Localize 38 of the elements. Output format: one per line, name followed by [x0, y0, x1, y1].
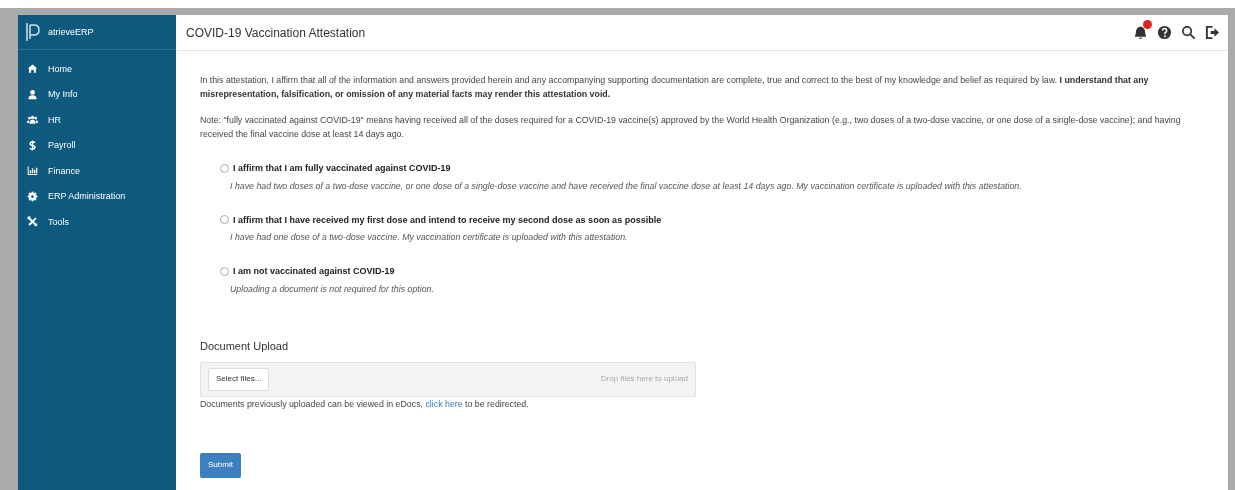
sidebar-item[interactable]: My Info: [18, 81, 176, 107]
sidebar-item[interactable]: HR: [18, 107, 176, 133]
tools-icon: [27, 216, 38, 228]
user-icon: [27, 88, 38, 100]
search-icon[interactable]: [1181, 25, 1196, 40]
option-label[interactable]: I am not vaccinated against COVID-19: [233, 264, 395, 279]
radio-button[interactable]: [220, 163, 229, 173]
select-files-button[interactable]: Select files...: [208, 368, 270, 392]
sidebar-item[interactable]: Finance: [18, 158, 176, 184]
bell-icon[interactable]: [1133, 24, 1148, 41]
option-description: Uploading a document is not required for this option.: [229, 282, 435, 296]
submit-button[interactable]: Submit: [200, 453, 241, 479]
option-description: I have had two doses of a two-dose vaccine, or one dose of a single-dose vaccine and have received the final vaccine dose at least 14 days ago. My vaccination certificate is uploaded with this attestation.: [229, 179, 1023, 193]
gear-icon: [27, 190, 38, 202]
home-icon: [27, 63, 38, 75]
sidebar-item[interactable]: Home: [18, 56, 176, 82]
chart-icon: [27, 165, 38, 177]
logo-icon: [26, 22, 40, 42]
option-label[interactable]: I affirm that I am fully vaccinated against COVID-19: [233, 161, 451, 176]
radio-button[interactable]: [220, 266, 229, 276]
radio-button[interactable]: [220, 215, 229, 225]
help-icon[interactable]: [1157, 25, 1172, 40]
sidebar-item[interactable]: Tools: [18, 209, 176, 235]
sidebar-item[interactable]: Payroll: [18, 132, 176, 158]
brand-name: atrieveERP: [48, 27, 94, 37]
logout-icon[interactable]: [1205, 25, 1220, 40]
option-description: I have had one dose of a two-dose vaccine. My vaccination certificate is uploaded with this attestation.: [229, 231, 629, 245]
page-title: COVID-19 Vaccination Attestation: [186, 25, 366, 40]
note-paragraph: Note: "fully vaccinated against COVID-19" means having received all of the doses required for a COVID-19 vaccine(s) approved by the World Health Organization (e.g., two doses of a two-dose vaccine, or one dose of a single-dose vaccine); and having received the final vaccine dose at least 14 days ago.: [200, 114, 1182, 142]
info-text: Documents previously uploaded can be viewed in eDocs, click here to be redirected.: [200, 398, 530, 412]
users-icon: [27, 114, 38, 126]
intro-paragraph: In this attestation, I affirm that all of the information and answers provided herein and any accompanying supporting documentation are complete, true and correct to the best of my knowledge and belief as required by law. I understand that any misrepresentation, falsification, or omission of any material facts may render this attestation void.: [200, 74, 1150, 102]
dollar-icon: [27, 139, 38, 151]
notification-dot: [1143, 19, 1152, 29]
option-label[interactable]: I affirm that I have received my first dose and intend to receive my second dose as soon as possible: [233, 212, 662, 228]
section-heading: Document Upload: [200, 338, 290, 354]
sidebar-item[interactable]: ERP Administration: [18, 183, 176, 209]
link[interactable]: click here: [425, 399, 463, 410]
